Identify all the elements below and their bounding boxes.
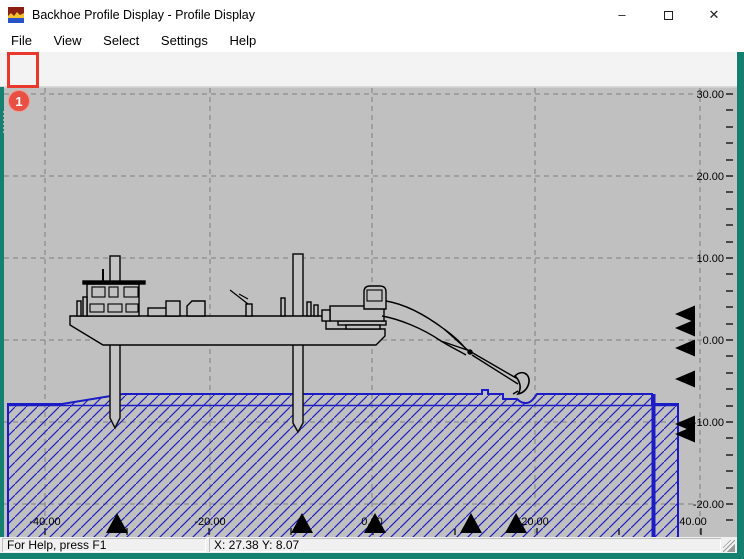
stick <box>466 349 518 384</box>
status-coordinates: X: 27.38 Y: 8.07 <box>209 538 721 552</box>
bulwark-post <box>83 297 87 316</box>
svg-text:-20.00: -20.00 <box>693 499 724 511</box>
maximize-icon <box>664 11 673 20</box>
svg-text:10.00: 10.00 <box>696 253 724 265</box>
profile-drawing: 30.00 20.00 10.00 0.00 -10.00 -20.00 -40… <box>4 88 737 538</box>
title-bar: Backhoe Profile Display - Profile Displa… <box>0 0 744 30</box>
svg-text:30.00: 30.00 <box>696 89 724 101</box>
deck-post <box>314 305 318 316</box>
seabed-profile <box>8 390 678 538</box>
annotation-badge: 1 <box>8 90 30 112</box>
davit-crane <box>230 290 252 316</box>
y-axis-labels: 30.00 20.00 10.00 0.00 -10.00 -20.00 <box>693 89 724 511</box>
window-title: Backhoe Profile Display - Profile Displa… <box>32 0 255 30</box>
svg-text:20.00: 20.00 <box>696 171 724 183</box>
svg-text:40.00: 40.00 <box>679 516 707 528</box>
deck-tank <box>187 301 205 316</box>
maximize-button[interactable] <box>645 0 691 30</box>
close-button[interactable]: ✕ <box>691 0 737 30</box>
annotation-highlight-box <box>7 52 39 88</box>
boom-upper <box>386 301 466 349</box>
menu-help[interactable]: Help <box>221 30 266 52</box>
deck-post <box>281 298 285 316</box>
status-bar: For Help, press F1 X: 27.38 Y: 8.07 <box>0 537 737 553</box>
menu-select[interactable]: Select <box>94 30 148 52</box>
deck-post <box>307 302 311 316</box>
menu-bar: File View Select Settings Help <box>0 30 744 52</box>
toolbar: Starboard ▼ <box>0 52 737 87</box>
resize-grip[interactable] <box>723 540 735 552</box>
svg-text:0.00: 0.00 <box>703 335 724 347</box>
svg-text:20.00: 20.00 <box>521 516 549 528</box>
desktop-edge-bottom <box>0 553 744 559</box>
minimize-button[interactable]: – <box>599 0 645 30</box>
svg-text:-20.00: -20.00 <box>194 516 225 528</box>
profile-plot-canvas[interactable]: 30.00 20.00 10.00 0.00 -10.00 -20.00 -40… <box>4 87 737 537</box>
menu-file[interactable]: File <box>2 30 41 52</box>
menu-settings[interactable]: Settings <box>152 30 217 52</box>
app-icon <box>8 7 24 23</box>
bulwark-post <box>77 301 81 316</box>
deck-box <box>166 301 180 316</box>
menu-view[interactable]: View <box>45 30 91 52</box>
status-help-text: For Help, press F1 <box>2 538 206 552</box>
svg-text:-40.00: -40.00 <box>29 516 60 528</box>
svg-text:-10.00: -10.00 <box>693 417 724 429</box>
desktop-edge-right <box>737 52 744 559</box>
